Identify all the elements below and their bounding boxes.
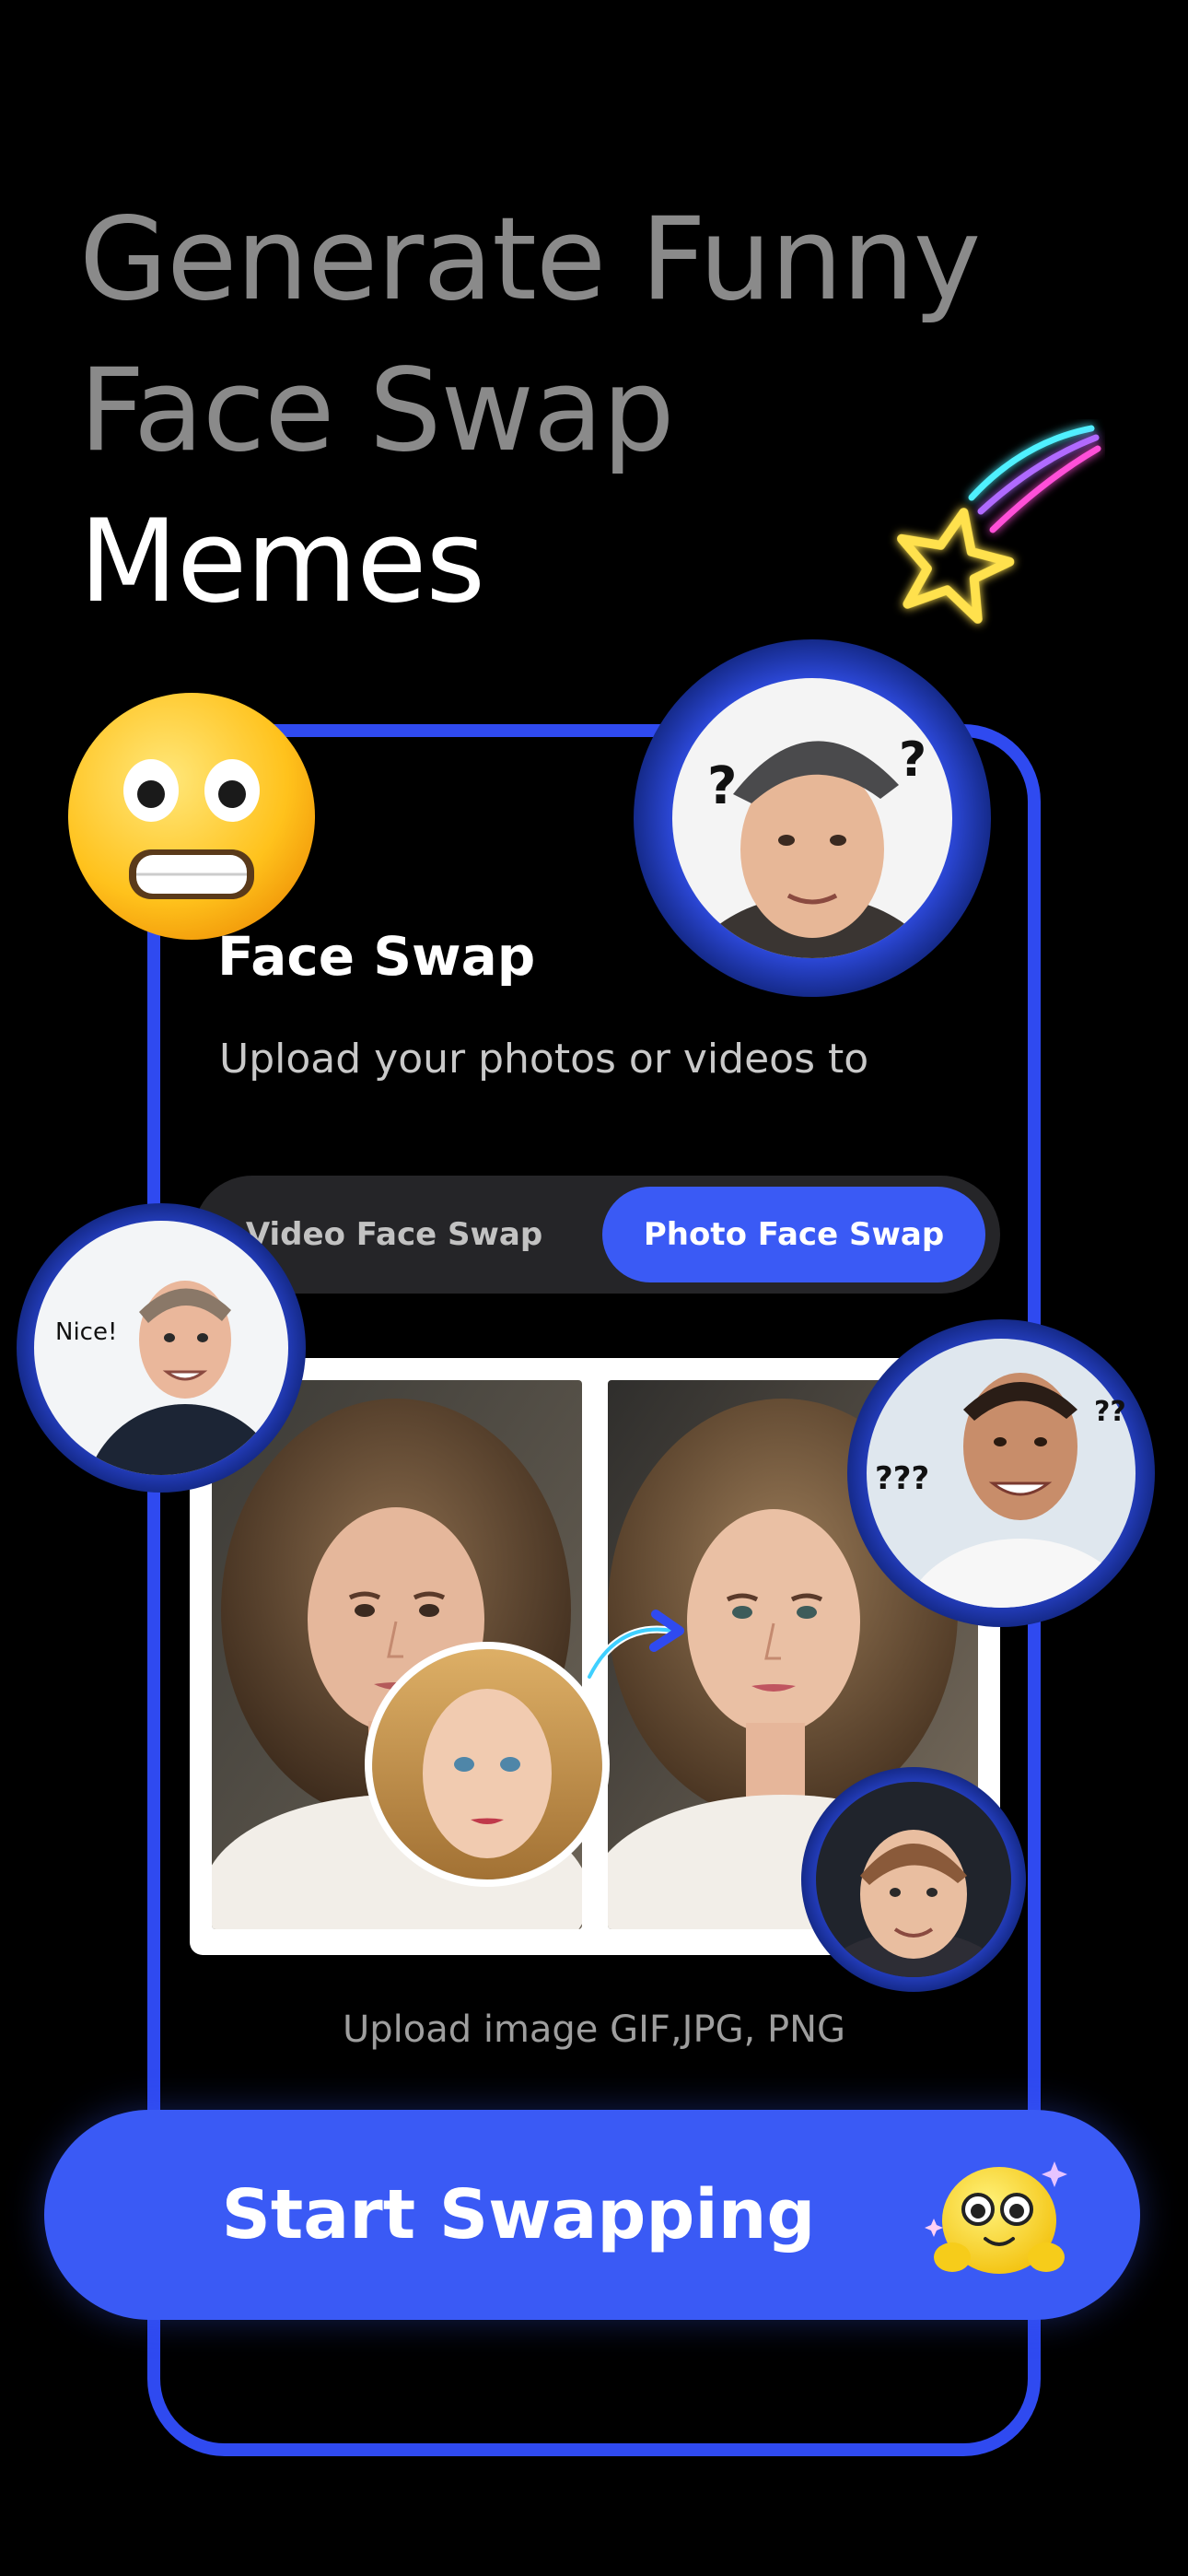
cap-guy-avatar: ? ? bbox=[632, 638, 993, 999]
headline-line-1: Generate Funny bbox=[79, 193, 981, 326]
card-subtitle: Upload your photos or videos to bbox=[219, 1036, 869, 1083]
question-mark-sticker: ? bbox=[707, 756, 737, 816]
start-swapping-label: Start Swapping bbox=[221, 2175, 816, 2254]
grimacing-emoji-icon bbox=[66, 691, 317, 942]
source-face-avatar bbox=[363, 1640, 611, 1889]
triple-question-sticker: ??? bbox=[875, 1460, 929, 1497]
smiling-guy-avatar: ??? ?? bbox=[845, 1317, 1157, 1629]
photo-face-swap-tab[interactable]: Photo Face Swap bbox=[602, 1187, 985, 1282]
upload-format-note: Upload image GIF,JPG, PNG bbox=[342, 2008, 846, 2051]
kid-avatar bbox=[799, 1765, 1028, 1994]
nice-sticker: Nice! bbox=[55, 1318, 117, 1346]
swap-arrow-icon bbox=[580, 1603, 691, 1686]
question-mark-sticker-2: ? bbox=[899, 732, 926, 788]
double-question-sticker: ?? bbox=[1094, 1396, 1126, 1428]
mode-toggle: Video Face Swap Photo Face Swap bbox=[193, 1176, 1000, 1294]
neon-shooting-star-icon bbox=[884, 419, 1105, 650]
card-title: Face Swap bbox=[217, 925, 536, 988]
nice-guy-avatar: Nice! bbox=[15, 1201, 308, 1494]
happy-mascot-icon bbox=[921, 2139, 1077, 2296]
